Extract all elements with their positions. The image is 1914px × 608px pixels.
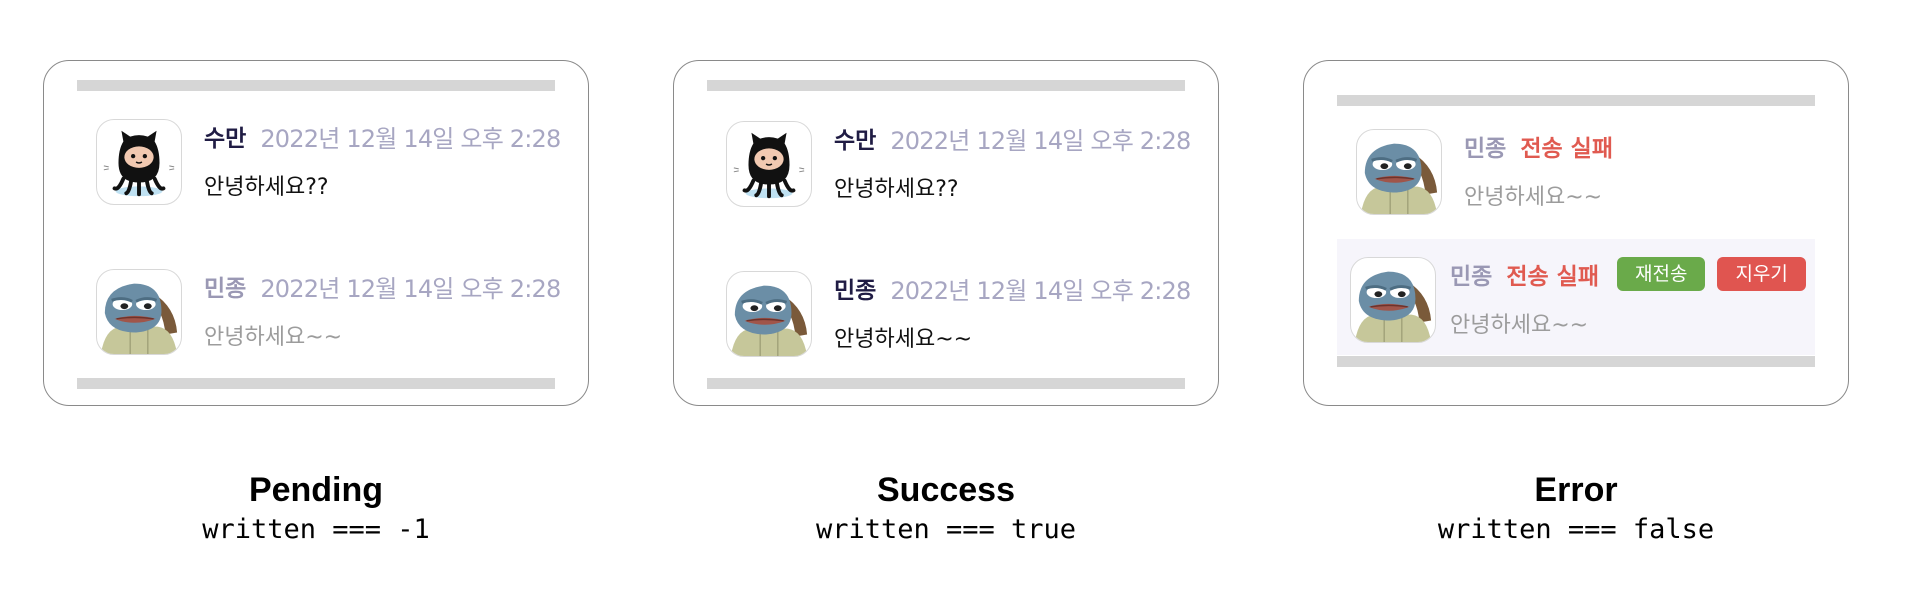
- state-condition: written === false: [1437, 514, 1715, 545]
- message-text: 안녕하세요~~: [1450, 313, 1589, 338]
- error-label: Error written === false: [1303, 470, 1849, 550]
- octocat-icon: [726, 121, 812, 207]
- message-time: 2022년 12월 14일 오후 2:28: [890, 126, 1191, 155]
- pending-label: Pending written === -1: [43, 470, 589, 550]
- chat-message: 민종 전송 실패 안녕하세요~~: [1356, 129, 1796, 229]
- delete-button[interactable]: 지우기: [1717, 257, 1806, 291]
- sender-name: 민종: [1464, 136, 1507, 162]
- message-time: 2022년 12월 14일 오후 2:28: [260, 124, 561, 153]
- bottom-bar: [1337, 356, 1815, 367]
- top-bar: [77, 80, 555, 91]
- send-failed-status: 전송 실패: [1520, 136, 1613, 162]
- chat-message: 민종 2022년 12월 14일 오후 2:28 안녕하세요~~: [726, 271, 1191, 371]
- state-condition: written === true: [815, 514, 1077, 545]
- message-text: 안녕하세요~~: [834, 327, 973, 352]
- turtle-icon: [1356, 129, 1442, 215]
- message-time: 2022년 12월 14일 오후 2:28: [260, 274, 561, 303]
- bottom-bar: [707, 378, 1185, 389]
- chat-message: 민종 2022년 12월 14일 오후 2:28 안녕하세요~~: [96, 269, 561, 369]
- turtle-icon: [96, 269, 182, 355]
- error-panel: 민종 전송 실패 안녕하세요~~ 민종 전송 실패 재전송 지우기 안녕하세요~…: [1303, 60, 1849, 406]
- octocat-icon: [96, 119, 182, 205]
- top-bar: [1337, 95, 1815, 106]
- turtle-icon: [726, 271, 812, 357]
- chat-message: 민종 전송 실패 재전송 지우기 안녕하세요~~: [1350, 257, 1806, 357]
- message-text: 안녕하세요~~: [204, 325, 343, 350]
- state-title: Success: [877, 471, 1015, 509]
- message-text: 안녕하세요??: [204, 175, 329, 200]
- message-text: 안녕하세요??: [834, 177, 959, 202]
- success-panel: 수만 2022년 12월 14일 오후 2:28 안녕하세요?? 민종 2022…: [673, 60, 1219, 406]
- bottom-bar: [77, 378, 555, 389]
- sender-name: 수만: [834, 128, 877, 154]
- send-failed-status: 전송 실패: [1506, 264, 1599, 290]
- pending-panel: 수만 2022년 12월 14일 오후 2:28 안녕하세요?? 민종 2022…: [43, 60, 589, 406]
- chat-message: 수만 2022년 12월 14일 오후 2:28 안녕하세요??: [726, 121, 1191, 221]
- turtle-icon: [1350, 257, 1436, 343]
- state-title: Error: [1534, 471, 1618, 509]
- sender-name: 수만: [204, 126, 247, 152]
- message-text: 안녕하세요~~: [1464, 185, 1603, 210]
- success-label: Success written === true: [673, 470, 1219, 550]
- state-condition: written === -1: [202, 514, 430, 545]
- sender-name: 민종: [204, 276, 247, 302]
- state-title: Pending: [248, 471, 384, 509]
- sender-name: 민종: [834, 278, 877, 304]
- sender-name: 민종: [1450, 264, 1493, 290]
- resend-button[interactable]: 재전송: [1616, 257, 1706, 291]
- chat-message: 수만 2022년 12월 14일 오후 2:28 안녕하세요??: [96, 119, 561, 219]
- top-bar: [707, 80, 1185, 91]
- message-time: 2022년 12월 14일 오후 2:28: [890, 276, 1191, 305]
